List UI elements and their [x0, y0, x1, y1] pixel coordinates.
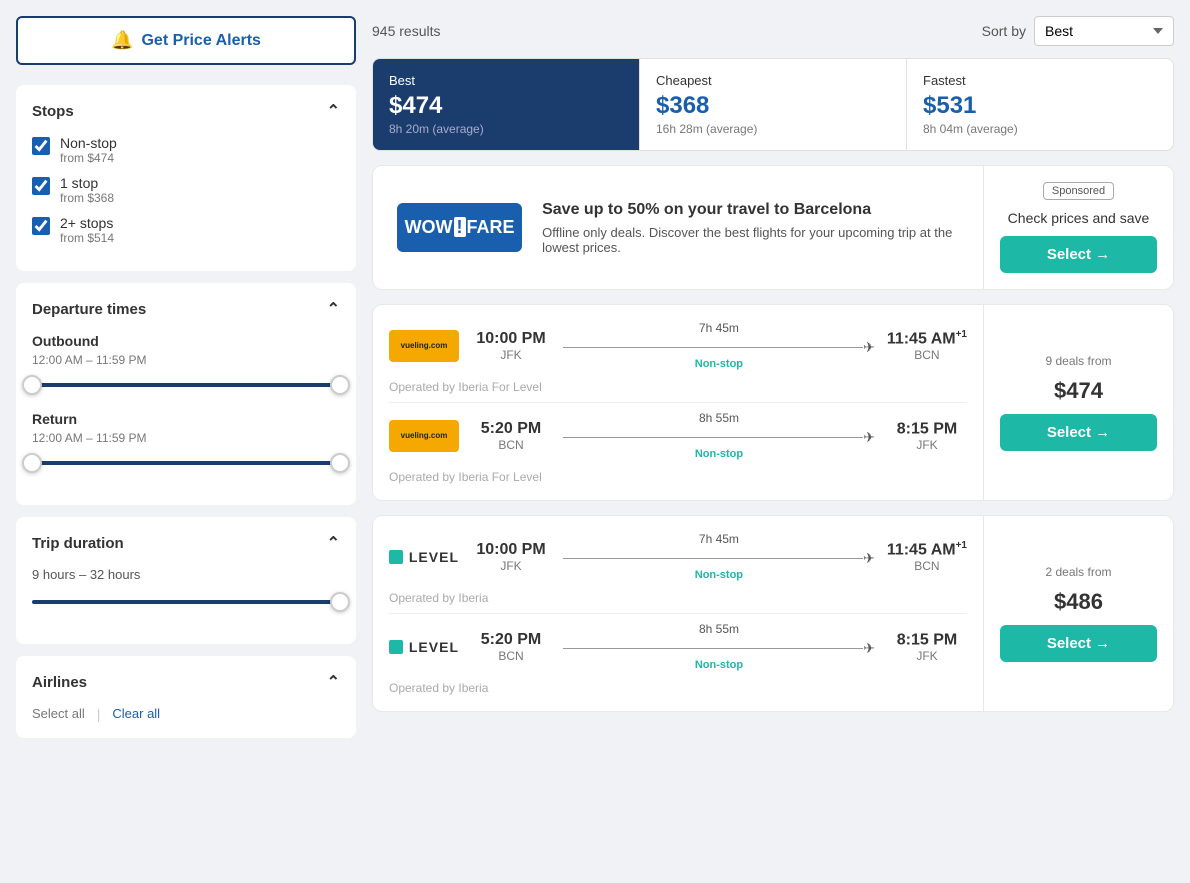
sidebar: 🔔 Get Price Alerts Stops ⌃ Non-stop from…: [16, 16, 356, 750]
stops-header: Stops ⌃: [32, 101, 340, 121]
plane-icon-3: ✈: [863, 550, 875, 567]
flight-divider-2: [389, 613, 967, 614]
price-alert-button[interactable]: 🔔 Get Price Alerts: [16, 16, 356, 65]
outbound-right-thumb[interactable]: [330, 375, 350, 395]
return-arrive-2: 8:15 PM JFK: [887, 630, 967, 663]
outbound-left-thumb[interactable]: [22, 375, 42, 395]
duration-header: Trip duration ⌃: [32, 533, 340, 553]
2stops-checkbox[interactable]: [32, 217, 50, 235]
outbound-arrow-1: 7h 45m ✈ Non-stop: [563, 321, 875, 370]
duration-track: [32, 600, 340, 604]
return-arrow-2: 8h 55m ✈ Non-stop: [563, 622, 875, 671]
tab-fastest[interactable]: Fastest $531 8h 04m (average): [907, 59, 1173, 150]
return-left-thumb[interactable]: [22, 453, 42, 473]
sponsored-description: Check prices and save: [1008, 210, 1150, 226]
select-all-link[interactable]: Select all: [32, 706, 85, 722]
airlines-chevron-icon[interactable]: ⌃: [327, 672, 340, 692]
return-arrow-1: 8h 55m ✈ Non-stop: [563, 411, 875, 460]
results-count: 945 results: [372, 23, 440, 39]
clear-all-link[interactable]: Clear all: [112, 706, 160, 722]
departure-chevron-icon[interactable]: ⌃: [327, 299, 340, 319]
sponsored-card: WOW!FARE Save up to 50% on your travel t…: [372, 165, 1174, 290]
page-layout: 🔔 Get Price Alerts Stops ⌃ Non-stop from…: [0, 0, 1190, 766]
results-header: 945 results Sort by Best Cheapest Fastes…: [372, 16, 1174, 46]
airlines-section: Airlines ⌃ Select all | Clear all: [16, 656, 356, 738]
flight-card-level: LEVEL 10:00 PM JFK 7h 45m ✈: [372, 515, 1174, 712]
return-row-1: vueling.com 5:20 PM BCN 8h 55m ✈ Non-st: [389, 411, 967, 460]
sponsored-left: WOW!FARE Save up to 50% on your travel t…: [373, 166, 983, 289]
return-row-2: LEVEL 5:20 PM BCN 8h 55m ✈ N: [389, 622, 967, 671]
plane-icon-1: ✈: [863, 339, 875, 356]
wowfare-logo: WOW!FARE: [397, 203, 522, 252]
sponsored-right: Sponsored Check prices and save Select →: [983, 166, 1173, 289]
outbound-arrive-2: 11:45 AM+1 BCN: [887, 540, 967, 573]
sort-select[interactable]: Best Cheapest Fastest: [1034, 16, 1174, 46]
price-tabs: Best $474 8h 20m (average) Cheapest $368…: [372, 58, 1174, 151]
tab-cheapest[interactable]: Cheapest $368 16h 28m (average): [640, 59, 907, 150]
return-slider: Return 12:00 AM – 11:59 PM: [32, 411, 340, 473]
return-arrive-1: 8:15 PM JFK: [887, 419, 967, 452]
outbound-slider: Outbound 12:00 AM – 11:59 PM: [32, 333, 340, 395]
level-logo-return: LEVEL: [389, 631, 459, 663]
1stop-option: 1 stop from $368: [32, 175, 340, 205]
2stops-option: 2+ stops from $514: [32, 215, 340, 245]
sort-row: Sort by Best Cheapest Fastest: [982, 16, 1174, 46]
departure-section: Departure times ⌃ Outbound 12:00 AM – 11…: [16, 283, 356, 505]
return-track: [32, 461, 340, 465]
level-logo-outbound: LEVEL: [389, 541, 459, 573]
outbound-depart-1: 10:00 PM JFK: [471, 330, 551, 362]
select-button-vueling[interactable]: Select →: [1000, 414, 1157, 451]
flight-card-right-1: 9 deals from $474 Select →: [983, 305, 1173, 500]
sponsored-badge: Sponsored: [1043, 182, 1114, 200]
return-depart-2: 5:20 PM BCN: [471, 631, 551, 663]
outbound-row-1: vueling.com 10:00 PM JFK 7h 45m ✈ Non-s: [389, 321, 967, 370]
sponsored-content: Save up to 50% on your travel to Barcelo…: [542, 201, 959, 255]
flight-card-vueling: vueling.com 10:00 PM JFK 7h 45m ✈ Non-s: [372, 304, 1174, 501]
nonstop-checkbox[interactable]: [32, 137, 50, 155]
main-content: 945 results Sort by Best Cheapest Fastes…: [372, 16, 1174, 750]
duration-right-thumb[interactable]: [330, 592, 350, 612]
nonstop-option: Non-stop from $474: [32, 135, 340, 165]
flight-card-left-1: vueling.com 10:00 PM JFK 7h 45m ✈ Non-s: [373, 305, 983, 500]
stops-chevron-icon[interactable]: ⌃: [327, 101, 340, 121]
flight-card-right-2: 2 deals from $486 Select →: [983, 516, 1173, 711]
flight-divider-1: [389, 402, 967, 403]
duration-section: Trip duration ⌃ 9 hours – 32 hours: [16, 517, 356, 644]
outbound-track: [32, 383, 340, 387]
departure-header: Departure times ⌃: [32, 299, 340, 319]
outbound-row-2: LEVEL 10:00 PM JFK 7h 45m ✈: [389, 532, 967, 581]
outbound-arrive-1: 11:45 AM+1 BCN: [887, 329, 967, 362]
duration-chevron-icon[interactable]: ⌃: [327, 533, 340, 553]
vueling-logo-outbound: vueling.com: [389, 330, 459, 362]
tab-best[interactable]: Best $474 8h 20m (average): [373, 59, 640, 150]
airlines-footer: Select all | Clear all: [32, 706, 340, 722]
return-depart-1: 5:20 PM BCN: [471, 420, 551, 452]
sponsored-select-button[interactable]: Select →: [1000, 236, 1157, 273]
duration-range: 9 hours – 32 hours: [32, 567, 340, 582]
select-button-level[interactable]: Select →: [1000, 625, 1157, 662]
flight-card-left-2: LEVEL 10:00 PM JFK 7h 45m ✈: [373, 516, 983, 711]
plane-icon-4: ✈: [863, 640, 875, 657]
outbound-arrow-2: 7h 45m ✈ Non-stop: [563, 532, 875, 581]
outbound-depart-2: 10:00 PM JFK: [471, 541, 551, 573]
stops-section: Stops ⌃ Non-stop from $474 1 stop from $…: [16, 85, 356, 271]
vueling-logo-return: vueling.com: [389, 420, 459, 452]
bell-icon: 🔔: [111, 30, 133, 51]
plane-icon-2: ✈: [863, 429, 875, 446]
airlines-header: Airlines ⌃: [32, 672, 340, 692]
1stop-checkbox[interactable]: [32, 177, 50, 195]
return-right-thumb[interactable]: [330, 453, 350, 473]
